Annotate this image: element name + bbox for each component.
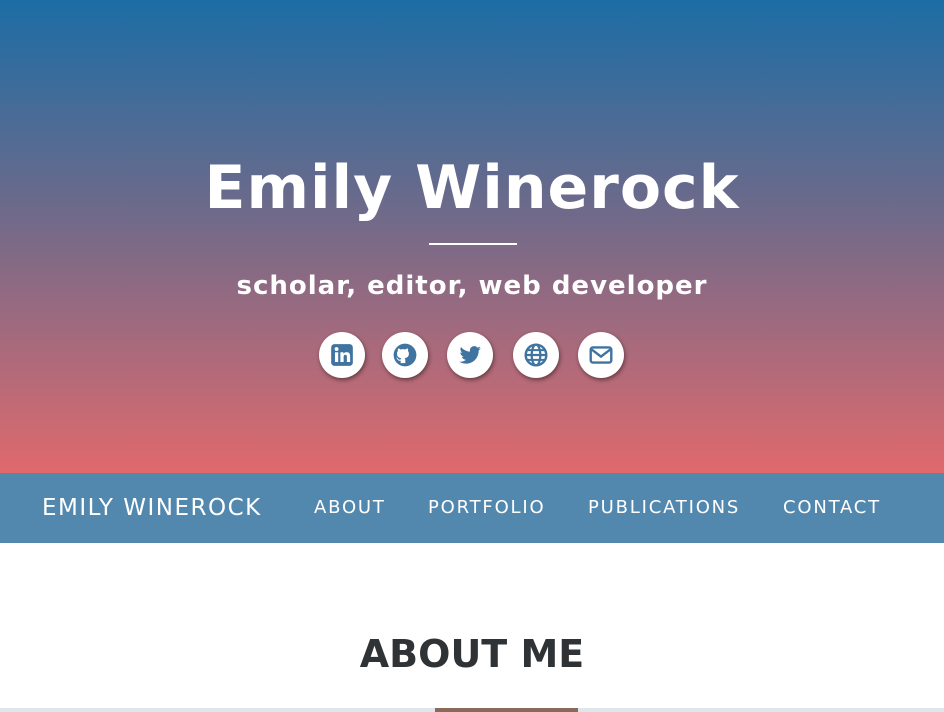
nav-link-portfolio[interactable]: PORTFOLIO xyxy=(428,473,545,543)
hero-banner: Emily Winerock scholar, editor, web deve… xyxy=(0,0,944,473)
github-icon xyxy=(393,343,417,367)
nav-link-about[interactable]: ABOUT xyxy=(314,473,386,543)
website-button[interactable] xyxy=(513,332,559,378)
hero-title: Emily Winerock xyxy=(204,153,740,223)
linkedin-button[interactable] xyxy=(319,332,365,378)
about-section-title: ABOUT ME xyxy=(359,632,585,676)
profile-photo-edge xyxy=(435,708,578,712)
twitter-icon xyxy=(459,346,481,364)
nav-link-publications[interactable]: PUBLICATIONS xyxy=(588,473,740,543)
main-navbar: EMILY WINEROCK ABOUT PORTFOLIO PUBLICATI… xyxy=(0,473,944,543)
envelope-icon xyxy=(589,346,613,364)
email-button[interactable] xyxy=(578,332,624,378)
hero-tagline: scholar, editor, web developer xyxy=(236,271,708,301)
navbar-brand[interactable]: EMILY WINEROCK xyxy=(42,473,262,543)
globe-icon xyxy=(524,343,548,367)
social-links xyxy=(0,332,944,380)
twitter-button[interactable] xyxy=(447,332,493,378)
linkedin-icon xyxy=(331,344,353,366)
nav-link-contact[interactable]: CONTACT xyxy=(783,473,881,543)
github-button[interactable] xyxy=(382,332,428,378)
hero-divider xyxy=(429,243,517,245)
